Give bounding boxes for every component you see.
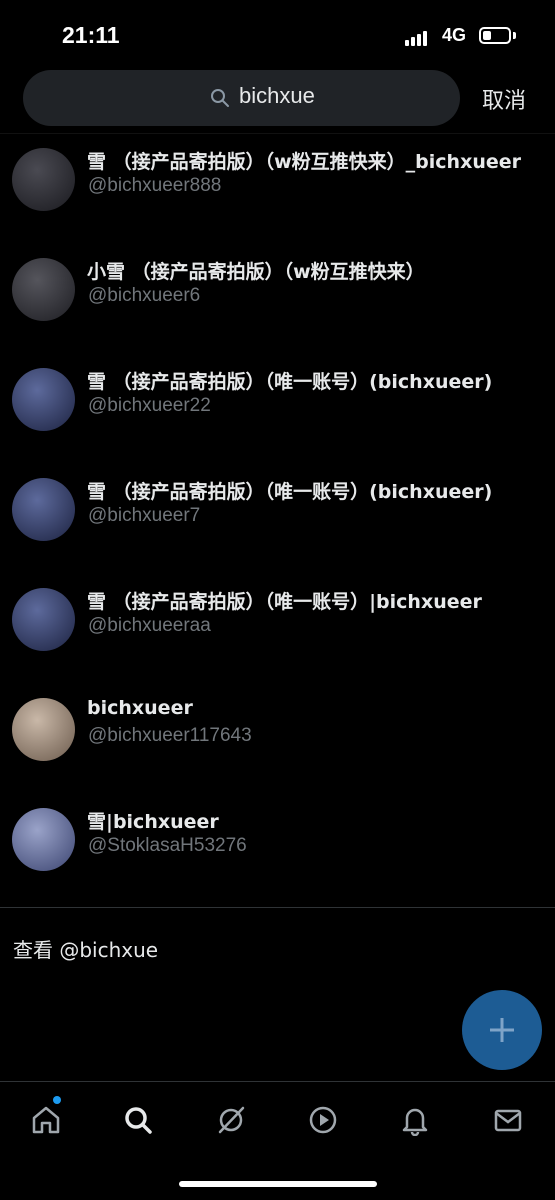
status-bar: 21:11 4G <box>0 0 555 70</box>
status-time: 21:11 <box>62 22 120 48</box>
compose-button[interactable] <box>462 990 542 1070</box>
tab-messages[interactable] <box>488 1100 528 1140</box>
home-indicator[interactable] <box>179 1181 377 1187</box>
divider <box>0 907 555 908</box>
view-profile-link[interactable]: 查看 @bichxue <box>13 934 158 963</box>
result-handle: @bichxueer7 <box>88 505 201 526</box>
search-result-row[interactable]: 雪 （接产品寄拍版）（唯一账号）|bichxueer @bichxueeraa <box>0 571 555 681</box>
signal-icon <box>405 28 435 46</box>
video-icon <box>309 1106 337 1134</box>
messages-icon <box>494 1109 522 1132</box>
cancel-button[interactable]: 取消 <box>482 83 526 115</box>
search-result-row[interactable]: 雪 （接产品寄拍版）（唯一账号）(bichxueer) @bichxueer22 <box>0 351 555 461</box>
grok-icon <box>218 1106 245 1134</box>
plus-icon <box>490 1018 514 1042</box>
tab-home[interactable] <box>26 1100 66 1140</box>
result-name: 小雪 （接产品寄拍版）（w粉互推快来） <box>87 261 425 283</box>
notification-dot <box>53 1096 61 1104</box>
search-input[interactable]: bichxue <box>23 70 460 126</box>
search-result-row[interactable]: bichxueer @bichxueer117643 <box>0 681 555 791</box>
search-result-row[interactable]: 雪 （接产品寄拍版）（唯一账号）(bichxueer) @bichxueer7 <box>0 461 555 571</box>
avatar[interactable] <box>12 808 75 871</box>
search-result-row[interactable]: 小雪 （接产品寄拍版）（w粉互推快来） @bichxueer6 <box>0 241 555 351</box>
avatar[interactable] <box>12 368 75 431</box>
result-handle: @bichxueer22 <box>88 395 211 416</box>
result-name: 雪 （接产品寄拍版）（w粉互推快来）_bichxueer <box>87 151 521 173</box>
result-name: bichxueer <box>87 697 193 719</box>
network-type: 4G <box>442 25 467 45</box>
avatar[interactable] <box>12 588 75 651</box>
tab-grok[interactable] <box>211 1100 251 1140</box>
avatar[interactable] <box>12 258 75 321</box>
result-handle: @bichxueer6 <box>88 285 201 306</box>
search-icon <box>211 89 229 107</box>
battery-icon <box>479 27 511 44</box>
avatar[interactable] <box>12 698 75 761</box>
notifications-icon <box>402 1108 428 1136</box>
result-name: 雪 （接产品寄拍版）（唯一账号）|bichxueer <box>87 591 482 613</box>
result-handle: @bichxueer888 <box>88 175 222 196</box>
avatar[interactable] <box>12 148 75 211</box>
tab-notifications[interactable] <box>395 1100 435 1140</box>
result-name: 雪 （接产品寄拍版）（唯一账号）(bichxueer) <box>87 481 493 503</box>
search-icon <box>125 1107 152 1134</box>
home-icon <box>32 1106 60 1134</box>
search-result-row[interactable]: 雪 （接产品寄拍版）（w粉互推快来）_bichxueer @bichxueer88… <box>0 131 555 241</box>
battery-cap <box>513 32 516 39</box>
search-query[interactable]: bichxue <box>239 83 315 109</box>
result-handle: @bichxueeraa <box>88 615 211 636</box>
result-handle: @bichxueer117643 <box>88 725 252 746</box>
tab-video[interactable] <box>303 1100 343 1140</box>
result-name: 雪|bichxueer <box>87 811 219 833</box>
search-result-row[interactable]: 雪|bichxueer @StoklasaH53276 <box>0 791 555 901</box>
tab-search[interactable] <box>118 1100 158 1140</box>
avatar[interactable] <box>12 478 75 541</box>
result-handle: @StoklasaH53276 <box>88 835 247 856</box>
result-name: 雪 （接产品寄拍版）（唯一账号）(bichxueer) <box>87 371 493 393</box>
